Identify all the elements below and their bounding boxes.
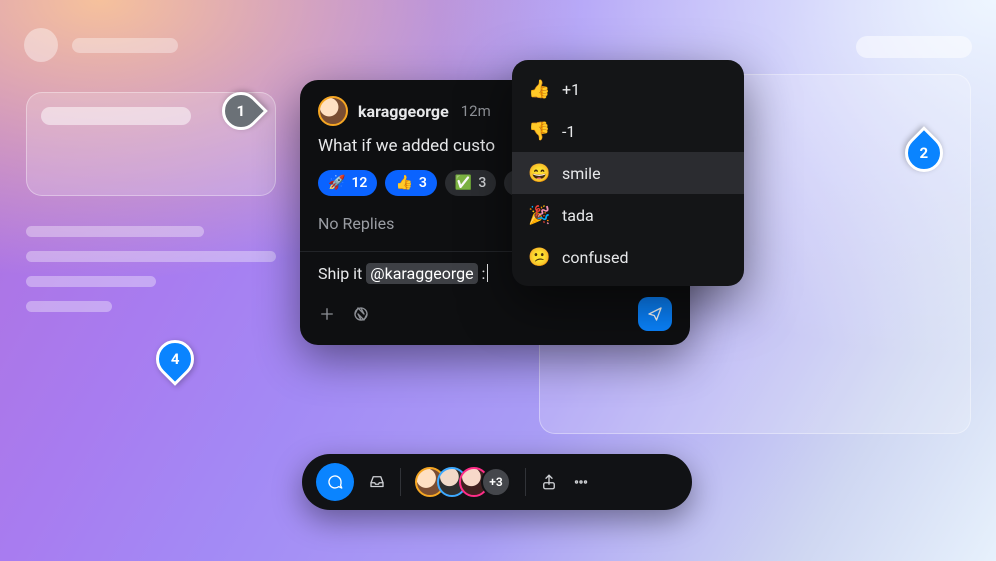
sidebar-line (26, 276, 156, 287)
reaction-count: 12 (351, 175, 367, 191)
presence-avatars: +3 (415, 467, 511, 497)
comments-button[interactable] (316, 463, 354, 501)
emoji-label: +1 (562, 80, 580, 99)
emoji-label: confused (562, 248, 628, 267)
presence-more-label: +3 (489, 475, 502, 489)
plus-icon (318, 305, 336, 323)
workspace-title-placeholder (72, 38, 178, 53)
emoji-label: tada (562, 206, 594, 225)
callout-label: 4 (171, 350, 180, 368)
emoji-option[interactable]: 🎉 tada (512, 194, 744, 236)
compose-mention[interactable]: @karaggeorge (366, 263, 477, 284)
share-icon (540, 473, 558, 491)
emoji-icon: 🎉 (528, 205, 550, 226)
compose-text: Ship it (318, 264, 366, 283)
share-button[interactable] (540, 473, 558, 491)
topright-placeholder (856, 36, 972, 58)
dock-separator (400, 468, 401, 496)
callout-label: 1 (237, 102, 246, 120)
text-cursor (487, 264, 488, 282)
compose-suffix: : (478, 264, 486, 283)
left-panel-line (41, 107, 191, 125)
sidebar-line (26, 226, 204, 237)
chat-icon (326, 473, 344, 491)
emoji-icon: 👍 (528, 79, 550, 100)
callout-label: 2 (920, 144, 929, 162)
send-icon (646, 305, 664, 323)
presence-more[interactable]: +3 (481, 467, 511, 497)
emoji-picker: 👍 +1 👎 -1 😄 smile 🎉 tada 😕 confused (512, 60, 744, 286)
emoji-option[interactable]: 👍 +1 (512, 68, 744, 110)
emoji-option[interactable]: 👎 -1 (512, 110, 744, 152)
send-button[interactable] (638, 297, 672, 331)
reaction-emoji: 🚀 (328, 175, 345, 191)
callout-4[interactable]: 4 (148, 332, 202, 386)
workspace-avatar (24, 28, 58, 62)
sidebar-list (26, 226, 276, 312)
inbox-icon (368, 473, 386, 491)
workspace-header (24, 28, 178, 62)
compose-toolbar (318, 297, 672, 331)
reaction-chip[interactable]: ✅ 3 (445, 170, 496, 196)
emoji-icon: 👎 (528, 121, 550, 142)
attach-button[interactable] (318, 305, 336, 323)
dots-icon (572, 473, 590, 491)
dock: +3 (302, 454, 692, 510)
reaction-count: 3 (478, 175, 486, 191)
dock-more-button[interactable] (572, 473, 590, 491)
reaction-chip[interactable]: 👍 3 (385, 170, 436, 196)
emoji-icon: 😕 (528, 247, 550, 268)
emoji-icon: 😄 (528, 163, 550, 184)
emoji-label: -1 (562, 122, 575, 141)
sidebar-line (26, 301, 112, 312)
sidebar-line (26, 251, 276, 262)
emoji-label: smile (562, 164, 601, 183)
dock-separator (525, 468, 526, 496)
post-time: 12m (461, 102, 491, 120)
reaction-chip[interactable]: 🚀 12 (318, 170, 377, 196)
reaction-emoji: 👍 (395, 175, 412, 191)
emoji-option[interactable]: 😕 confused (512, 236, 744, 278)
author-avatar[interactable] (318, 96, 348, 126)
reaction-emoji: ✅ (455, 175, 472, 191)
author-name[interactable]: karaggeorge (358, 102, 449, 121)
aperture-icon (352, 305, 370, 323)
inbox-button[interactable] (368, 473, 386, 491)
reaction-count: 3 (419, 175, 427, 191)
aperture-button[interactable] (352, 305, 370, 323)
emoji-option-selected[interactable]: 😄 smile (512, 152, 744, 194)
